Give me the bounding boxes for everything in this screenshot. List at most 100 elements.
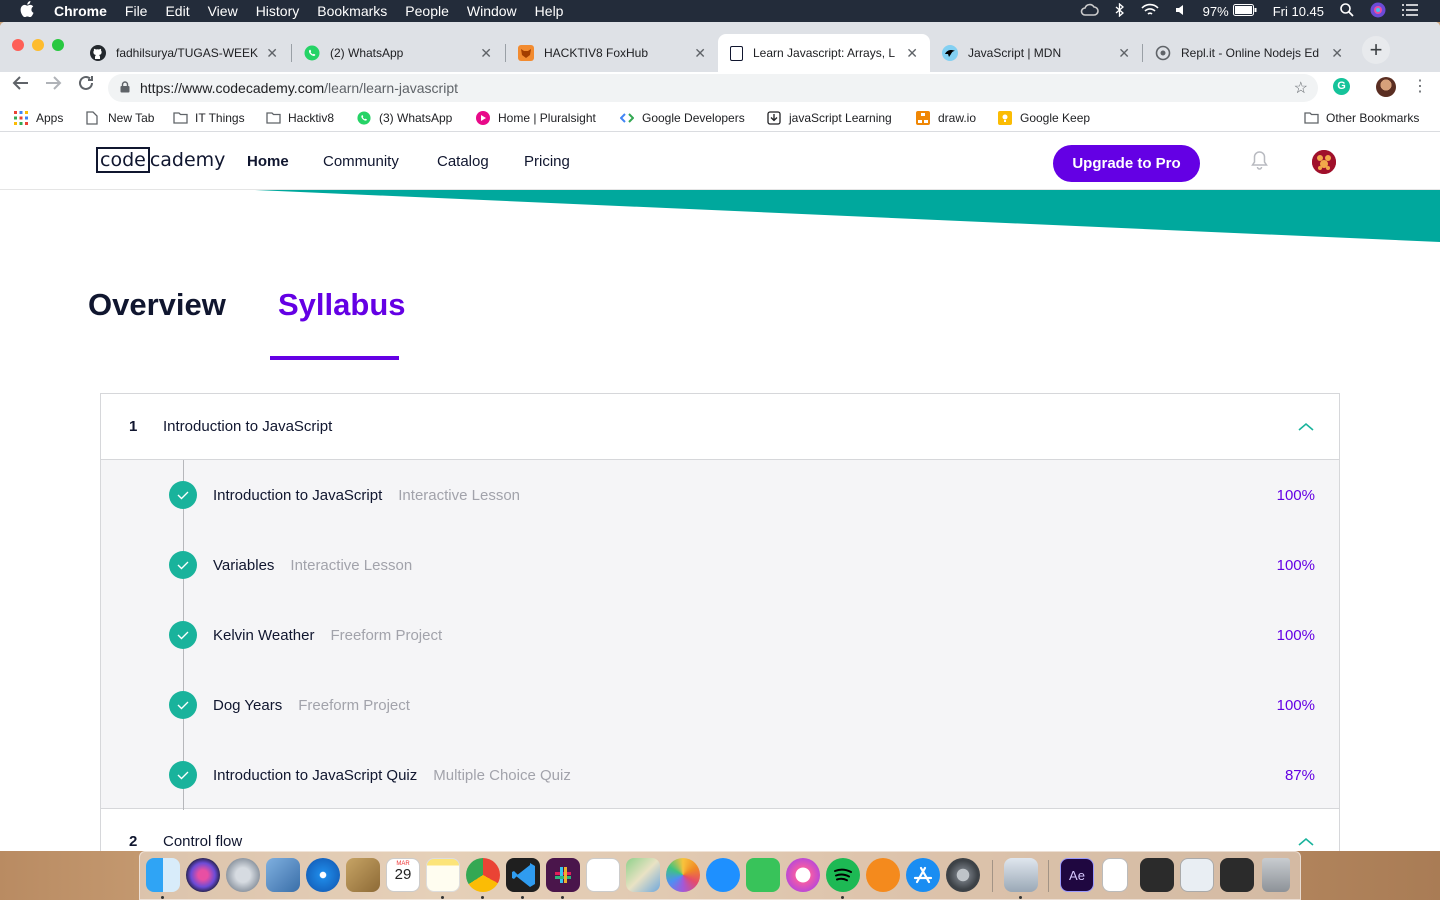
menu-people[interactable]: People [405,3,449,19]
lesson-name[interactable]: Introduction to JavaScript [213,487,382,504]
lesson-row[interactable]: Introduction to JavaScript Interactive Le… [101,475,1339,515]
system-preferences-icon[interactable] [946,858,980,892]
image-capture-icon[interactable] [1004,858,1038,892]
menu-chrome[interactable]: Chrome [54,3,107,19]
facetime-icon[interactable] [746,858,780,892]
module-header[interactable]: 2 Control flow [101,809,1339,851]
bookmark-it-things[interactable]: IT Things [173,104,245,132]
close-tab-icon[interactable]: ✕ [1331,45,1343,62]
photos-icon[interactable] [666,858,700,892]
lesson-name[interactable]: Variables [213,557,274,574]
lesson-name[interactable]: Kelvin Weather [213,627,314,644]
browser-tab[interactable]: fadhilsurya/TUGAS-WEEK ✕ [78,34,290,72]
tab-syllabus[interactable]: Syllabus [278,287,406,323]
notification-center-icon[interactable] [1402,3,1418,19]
spotify-icon[interactable] [826,858,860,892]
nav-community[interactable]: Community [323,132,399,190]
siri-icon[interactable] [186,858,220,892]
chevron-up-icon[interactable] [1297,418,1315,436]
after-effects-icon[interactable]: Ae [1060,858,1094,892]
browser-tab[interactable]: HACKTIV8 FoxHub ✕ [506,34,718,72]
bookmark-apps[interactable]: Apps [14,104,63,132]
lesson-name[interactable]: Introduction to JavaScript Quiz [213,767,417,784]
finder-icon[interactable] [146,858,180,892]
close-tab-icon[interactable]: ✕ [480,45,492,62]
preview-icon[interactable] [266,858,300,892]
menu-help[interactable]: Help [535,3,564,19]
lesson-row[interactable]: Kelvin Weather Freeform Project 100% [101,615,1339,655]
lock-icon[interactable] [120,80,130,96]
tab-overview[interactable]: Overview [88,287,226,323]
bookmark-google-developers[interactable]: Google Developers [619,104,745,132]
bookmark-drawio[interactable]: draw.io [916,104,976,132]
siri-icon[interactable] [1370,2,1386,21]
zoom-window-button[interactable] [52,39,64,51]
window-icon[interactable] [1180,858,1214,892]
browser-tab[interactable]: JavaScript | MDN ✕ [930,34,1142,72]
vscode-icon[interactable] [506,858,540,892]
module-header[interactable]: 1 Introduction to JavaScript [101,394,1339,459]
chrome-menu-icon[interactable]: ⋮ [1412,76,1428,96]
close-tab-icon[interactable]: ✕ [1118,45,1130,62]
slack-icon[interactable] [546,858,580,892]
close-tab-icon[interactable]: ✕ [906,45,918,62]
notes-icon[interactable] [426,858,460,892]
browser-tab[interactable]: (2) WhatsApp ✕ [292,34,504,72]
launchpad-icon[interactable] [226,858,260,892]
chevron-up-icon[interactable] [1297,833,1315,851]
document-icon[interactable] [1102,858,1128,892]
bookmark-google-keep[interactable]: Google Keep [998,104,1090,132]
messages-icon[interactable] [706,858,740,892]
bookmark-star-icon[interactable]: ☆ [1294,78,1308,98]
address-bar[interactable]: https://www.codecademy.com/learn/learn-j… [108,74,1318,102]
nav-home[interactable]: Home [247,132,289,190]
terminal-icon[interactable] [1220,858,1254,892]
chrome-icon[interactable] [466,858,500,892]
lesson-row[interactable]: Variables Interactive Lesson 100% [101,545,1339,585]
lesson-row[interactable]: Introduction to JavaScript Quiz Multiple … [101,755,1339,795]
menu-window[interactable]: Window [467,3,517,19]
bookmark-other-bookmarks[interactable]: Other Bookmarks [1304,104,1419,132]
menu-view[interactable]: View [208,3,238,19]
back-icon[interactable] [12,74,30,97]
new-tab-button[interactable]: + [1362,36,1390,64]
codecademy-logo[interactable]: code cademy [96,147,225,173]
user-avatar[interactable] [1312,150,1336,174]
creative-cloud-icon[interactable] [1079,3,1099,20]
battery-icon[interactable] [1232,3,1257,19]
bookmark-pluralsight[interactable]: Home | Pluralsight [476,104,596,132]
bookmark-new-tab[interactable]: New Tab [86,104,154,132]
calendar-icon[interactable]: MAR 29 [386,858,420,892]
grammarly-icon[interactable]: G [1333,78,1350,95]
itunes-icon[interactable] [786,858,820,892]
upgrade-to-pro-button[interactable]: Upgrade to Pro [1053,145,1200,182]
close-tab-icon[interactable]: ✕ [266,45,278,62]
menu-history[interactable]: History [256,3,300,19]
bookmark-whatsapp[interactable]: (3) WhatsApp [357,104,452,132]
close-tab-icon[interactable]: ✕ [694,45,706,62]
lesson-name[interactable]: Dog Years [213,697,282,714]
nav-pricing[interactable]: Pricing [524,132,570,190]
menu-edit[interactable]: Edit [165,3,189,19]
reload-icon[interactable] [77,74,95,97]
menu-file[interactable]: File [125,3,148,19]
reminders-icon[interactable] [586,858,620,892]
apple-icon[interactable] [20,1,36,21]
browser-tab-active[interactable]: Learn Javascript: Arrays, L ✕ [718,34,930,72]
notification-bell-icon[interactable] [1251,150,1268,170]
volume-icon[interactable] [1175,4,1187,19]
notefile-icon[interactable] [346,858,380,892]
menu-bookmarks[interactable]: Bookmarks [317,3,387,19]
bookmark-javascript-learning[interactable]: javaScript Learning [767,104,892,132]
clock[interactable]: Fri 10.45 [1273,4,1324,19]
close-window-button[interactable] [12,39,24,51]
appstore-icon[interactable] [906,858,940,892]
minimize-window-button[interactable] [32,39,44,51]
lesson-row[interactable]: Dog Years Freeform Project 100% [101,685,1339,725]
forward-icon[interactable] [44,74,62,97]
screenshot-icon[interactable] [1140,858,1174,892]
browser-tab[interactable]: Repl.it - Online Nodejs Ed ✕ [1143,34,1355,72]
bluetooth-icon[interactable] [1115,2,1125,20]
books-icon[interactable] [866,858,900,892]
nav-catalog[interactable]: Catalog [437,132,489,190]
